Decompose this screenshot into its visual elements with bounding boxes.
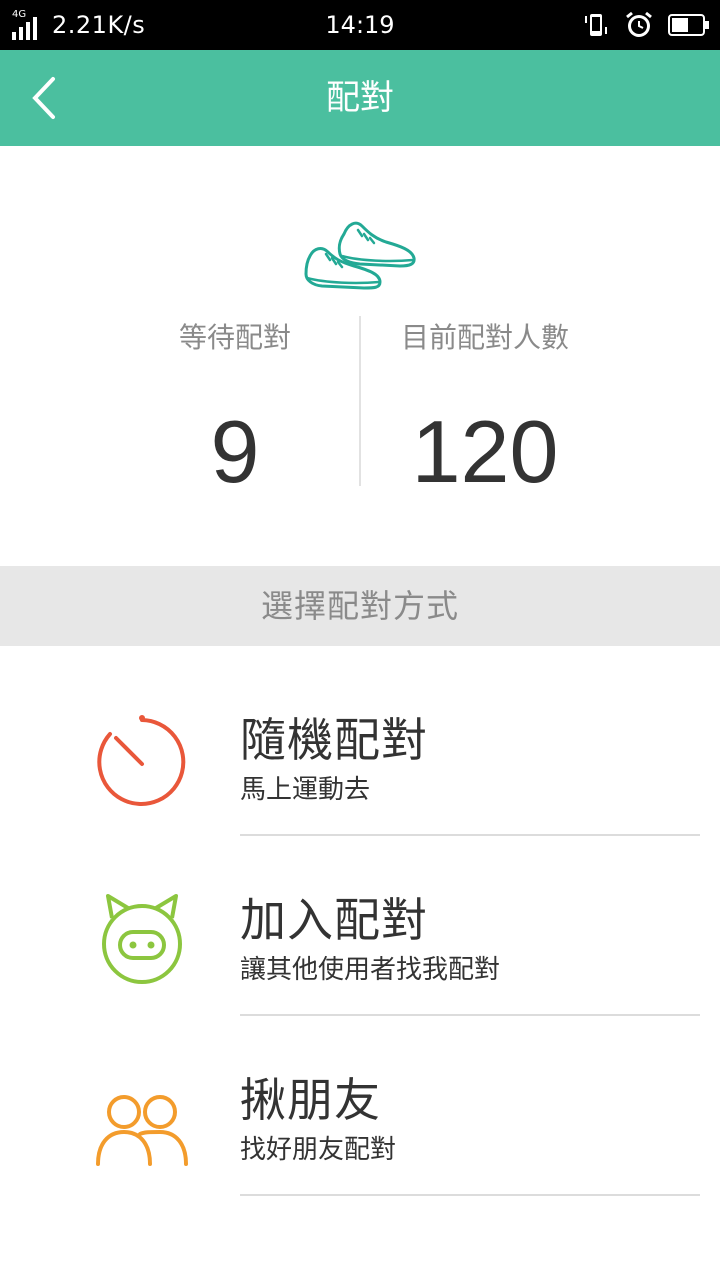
alarm-icon <box>626 11 652 37</box>
option-join-match[interactable]: 加入配對 讓其他使用者找我配對 <box>0 826 720 1016</box>
friends-icon <box>96 1095 188 1166</box>
option-random-match[interactable]: 隨機配對 馬上運動去 <box>0 646 720 836</box>
option-divider <box>240 1194 700 1196</box>
option-subtitle: 馬上運動去 <box>240 775 371 805</box>
option-title: 隨機配對 <box>240 713 428 767</box>
option-title: 揪朋友 <box>240 1073 381 1127</box>
section-header: 選擇配對方式 <box>0 566 720 646</box>
waiting-stat: 等待配對 9 <box>110 316 360 502</box>
option-subtitle: 讓其他使用者找我配對 <box>240 955 501 985</box>
stats-panel: 等待配對 9 目前配對人數 120 <box>0 146 720 566</box>
current-stat: 目前配對人數 120 <box>360 316 610 502</box>
option-invite-friends[interactable]: 揪朋友 找好朋友配對 <box>0 1006 720 1196</box>
shoes-icon <box>304 221 416 290</box>
pig-face-icon <box>102 894 182 984</box>
status-right <box>582 0 710 50</box>
options-list: 隨機配對 馬上運動去 加入配對 讓其他使用者找我配對 揪朋友 找好朋友配對 <box>0 646 720 1196</box>
vibrate-icon <box>585 14 607 36</box>
battery-icon <box>668 14 709 36</box>
page-title: 配對 <box>326 78 394 118</box>
waiting-label: 等待配對 <box>178 321 291 354</box>
waiting-value: 9 <box>210 402 260 501</box>
timer-icon <box>97 715 186 806</box>
current-label: 目前配對人數 <box>400 321 569 354</box>
status-bar: 4G 2.21K/s 14:19 <box>0 0 720 50</box>
current-value: 120 <box>411 402 559 501</box>
option-subtitle: 找好朋友配對 <box>240 1135 397 1165</box>
option-title: 加入配對 <box>240 893 428 947</box>
app-header: 配對 <box>0 50 720 146</box>
